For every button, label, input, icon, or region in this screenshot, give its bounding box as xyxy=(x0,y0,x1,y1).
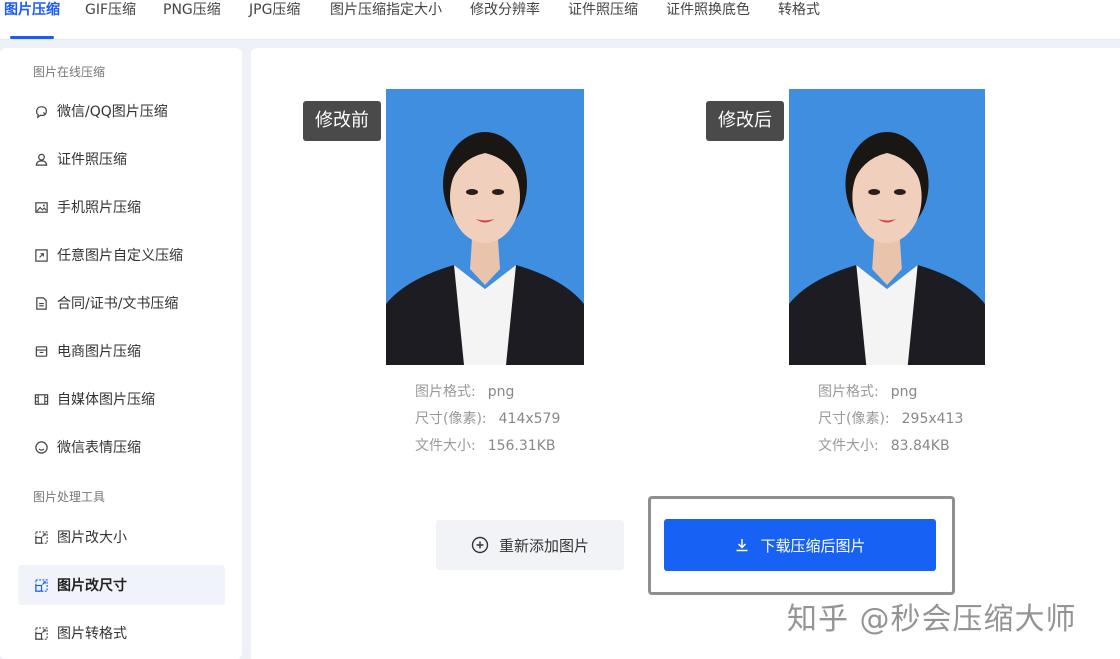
size-label: 尺寸(像素): xyxy=(818,411,890,427)
sidebar-item-id-photo[interactable]: 证件照压缩 xyxy=(18,139,225,179)
size-value: 295x413 xyxy=(901,411,964,427)
tab-png-compress[interactable]: PNG压缩 xyxy=(163,0,221,40)
after-photo xyxy=(789,89,985,365)
tab-jpg-compress[interactable]: JPG压缩 xyxy=(249,0,300,40)
sidebar-item-label: 图片转格式 xyxy=(57,626,127,642)
sidebar-item-label: 电商图片压缩 xyxy=(57,344,141,360)
size-label: 尺寸(像素): xyxy=(415,411,487,427)
before-info: 图片格式: png 尺寸(像素): 414x579 文件大小: 156.31KB xyxy=(415,379,560,460)
resize-image-icon xyxy=(33,529,49,545)
before-photo xyxy=(386,89,584,365)
image-icon xyxy=(33,199,49,215)
filesize-label: 文件大小: xyxy=(415,438,476,454)
tab-image-compress[interactable]: 图片压缩 xyxy=(4,0,60,40)
readd-image-label: 重新添加图片 xyxy=(498,536,589,555)
film-icon xyxy=(33,391,49,407)
format-value: png xyxy=(890,384,918,400)
user-icon xyxy=(33,151,49,167)
download-compressed-button[interactable]: 下载压缩后图片 xyxy=(664,519,936,571)
sidebar-item-resize-dimension[interactable]: 图片改尺寸 xyxy=(18,565,225,605)
plus-circle-icon xyxy=(471,536,489,554)
sidebar-item-label: 证件照压缩 xyxy=(57,152,127,168)
sidebar-item-phone-photo[interactable]: 手机照片压缩 xyxy=(18,187,225,227)
tab-gif-compress[interactable]: GIF压缩 xyxy=(85,0,136,40)
sidebar-item-resize-size[interactable]: 图片改大小 xyxy=(18,517,225,557)
resize-image-icon xyxy=(33,577,49,593)
chat-icon xyxy=(33,103,49,119)
sidebar-item-document-compress[interactable]: 合同/证书/文书压缩 xyxy=(18,283,225,323)
tab-change-resolution[interactable]: 修改分辨率 xyxy=(470,0,540,40)
format-label: 图片格式: xyxy=(415,384,476,400)
sidebar-item-label: 任意图片自定义压缩 xyxy=(57,248,183,264)
sidebar-item-label: 手机照片压缩 xyxy=(57,200,141,216)
sidebar-item-label: 微信/QQ图片压缩 xyxy=(57,104,168,120)
sidebar-section-title: 图片处理工具 xyxy=(33,490,106,504)
sidebar-section-title: 图片在线压缩 xyxy=(33,65,106,79)
after-info: 图片格式: png 尺寸(像素): 295x413 文件大小: 83.84KB xyxy=(818,379,963,460)
tab-convert-format[interactable]: 转格式 xyxy=(778,0,820,40)
sidebar-item-wechat-qq[interactable]: 微信/QQ图片压缩 xyxy=(18,91,225,131)
sidebar-item-label: 图片改大小 xyxy=(57,530,127,546)
tab-compress-to-size[interactable]: 图片压缩指定大小 xyxy=(330,0,442,40)
sidebar: 图片在线压缩 微信/QQ图片压缩 证件照压缩 手机照片压缩 任意图片自定义压缩 … xyxy=(0,48,242,659)
sidebar-item-label: 合同/证书/文书压缩 xyxy=(57,296,179,312)
watermark: 知乎 @秒会压缩大师 xyxy=(787,602,1077,637)
before-tag: 修改前 xyxy=(303,101,381,141)
smile-icon xyxy=(33,439,49,455)
tab-id-photo-compress[interactable]: 证件照压缩 xyxy=(568,0,638,40)
resize-icon xyxy=(33,247,49,263)
readd-image-button[interactable]: 重新添加图片 xyxy=(436,520,624,570)
document-icon xyxy=(33,295,49,311)
sidebar-item-media-compress[interactable]: 自媒体图片压缩 xyxy=(18,379,225,419)
sidebar-item-ecommerce-compress[interactable]: 电商图片压缩 xyxy=(18,331,225,371)
sidebar-item-emoji-compress[interactable]: 微信表情压缩 xyxy=(18,427,225,467)
sidebar-item-label: 自媒体图片压缩 xyxy=(57,392,155,408)
resize-image-icon xyxy=(33,625,49,641)
sidebar-item-label: 微信表情压缩 xyxy=(57,440,141,456)
tab-id-photo-background[interactable]: 证件照换底色 xyxy=(666,0,750,40)
top-tab-bar: 图片压缩 GIF压缩 PNG压缩 JPG压缩 图片压缩指定大小 修改分辨率 证件… xyxy=(0,0,1120,40)
download-compressed-label: 下载压缩后图片 xyxy=(760,536,866,555)
format-label: 图片格式: xyxy=(818,384,879,400)
filesize-value: 156.31KB xyxy=(487,438,556,454)
filesize-value: 83.84KB xyxy=(890,438,950,454)
sidebar-item-convert-format[interactable]: 图片转格式 xyxy=(18,613,225,653)
sidebar-item-label: 图片改尺寸 xyxy=(57,578,127,594)
sidebar-item-custom-compress[interactable]: 任意图片自定义压缩 xyxy=(18,235,225,275)
after-tag: 修改后 xyxy=(706,101,784,141)
size-value: 414x579 xyxy=(498,411,561,427)
shop-icon xyxy=(33,343,49,359)
format-value: png xyxy=(487,384,515,400)
filesize-label: 文件大小: xyxy=(818,438,879,454)
download-icon xyxy=(734,537,750,553)
